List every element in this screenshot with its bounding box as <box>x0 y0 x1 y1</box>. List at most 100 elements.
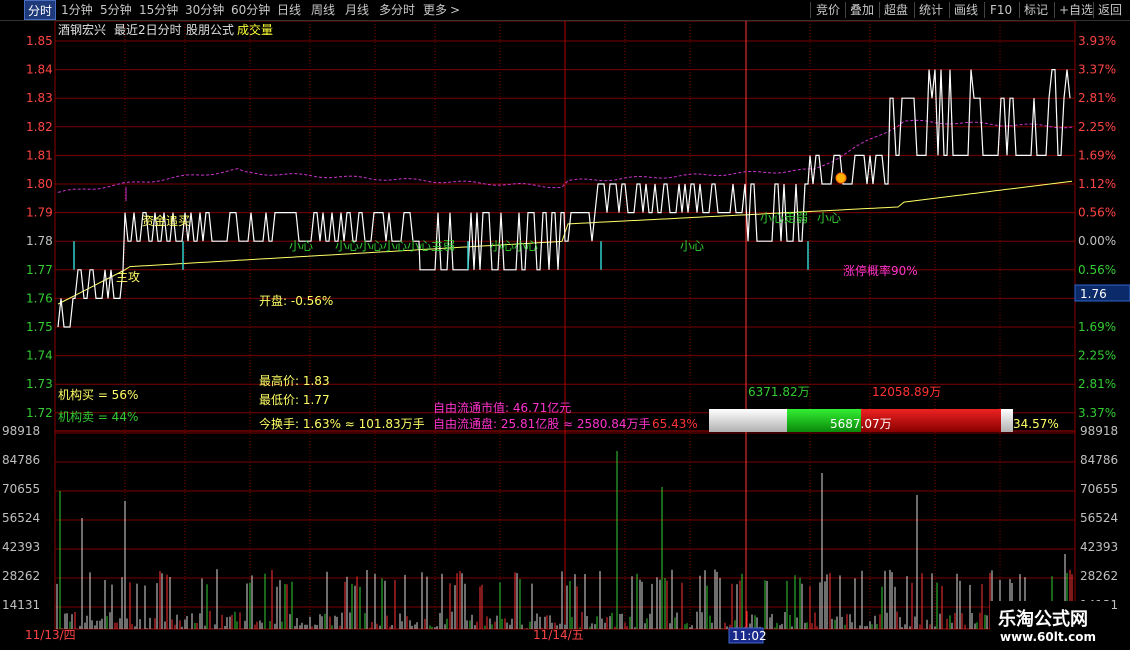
tab-15min[interactable]: 15分钟 <box>136 0 181 20</box>
tab-60min[interactable]: 60分钟 <box>228 0 273 20</box>
toolbar-divider <box>1093 2 1094 18</box>
percent-tick-label: 3.37% <box>1078 406 1116 420</box>
signal-dot[interactable] <box>835 172 847 184</box>
toolbar-divider <box>845 2 846 18</box>
volume-tick-label: 56524 <box>2 511 40 525</box>
volume-tick-label: 56524 <box>1080 511 1118 525</box>
percent-tick-label: 0.56% <box>1078 206 1116 220</box>
caution-signal: 小心 <box>817 211 841 225</box>
intraday-chart[interactable]: 1.85 1.84 1.83 1.82 1.81 1.80 1.79 1.78 1.77 1.76… <box>0 21 1130 650</box>
price-tick-label: 1.84 <box>26 63 53 77</box>
tab-monthly[interactable]: 月线 <box>342 0 372 20</box>
volume-tick-label: 70655 <box>1080 482 1118 496</box>
period-label: 最近2日分时 <box>114 23 182 37</box>
toolbar-divider <box>879 2 880 18</box>
green-amount-label: 6371.82万 <box>748 385 810 399</box>
price-tick-label: 1.76 <box>26 291 53 305</box>
percent-tick-label: 1.12% <box>1078 177 1116 191</box>
gauge-percent-label: 34.57% <box>1013 417 1059 431</box>
date-label-day1: 11/13/四 <box>25 628 76 642</box>
percent-tick-label: 0.56% <box>1078 263 1116 277</box>
institution-sell-label: 机构卖 = 44% <box>58 409 138 424</box>
float-shares-label: 自由流通盘: 25.81亿股 ≈ 2580.84万手 <box>433 416 651 431</box>
watermark-title: 乐淘公式网 <box>998 608 1088 630</box>
percent-tick-label: 2.25% <box>1078 349 1116 363</box>
price-tick-label: 1.72 <box>26 406 53 420</box>
period-toolbar: 分时 1分钟 5分钟 15分钟 30分钟 60分钟 日线 周线 月线 多分时 更… <box>0 0 1130 21</box>
more-label: 更多 <box>423 3 448 17</box>
back-button[interactable]: 返回 <box>1095 0 1125 20</box>
capital-chase-signal: 资金追买 <box>142 213 190 228</box>
caution-signal: 小心 <box>680 239 704 253</box>
tab-multi-intraday[interactable]: 多分时 <box>376 0 418 20</box>
tab-daily[interactable]: 日线 <box>274 0 304 20</box>
high-price-label: 最高价: 1.83 <box>259 373 330 388</box>
f10-button[interactable]: F10 <box>987 0 1015 20</box>
percent-tick-label: 3.37% <box>1078 63 1116 77</box>
price-tick-label: 1.74 <box>26 349 53 363</box>
caution-signal: 小心 <box>289 239 313 253</box>
price-tick-label: 1.77 <box>26 263 53 277</box>
open-change-label: 开盘: -0.56% <box>259 293 333 308</box>
draw-line-button[interactable]: 画线 <box>951 0 981 20</box>
caution-signal: 小心小心小心小心主弱 <box>335 239 455 253</box>
auction-button[interactable]: 竞价 <box>813 0 843 20</box>
statistics-button[interactable]: 统计 <box>916 0 946 20</box>
price-tick-label: 1.75 <box>26 320 53 334</box>
volume-tick-label: 28262 <box>1080 569 1118 583</box>
caution-signal: 小心小心 <box>490 239 538 253</box>
toolbar-divider <box>1054 2 1055 18</box>
percent-tick-label: 3.93% <box>1078 34 1116 48</box>
volume-tick-label: 70655 <box>2 482 40 496</box>
mark-button[interactable]: 标记 <box>1021 0 1051 20</box>
add-watchlist-button[interactable]: +自选 <box>1056 0 1096 20</box>
volume-axis: 98918 98918 84786 84786 70655 70655 56524 56524… <box>2 424 1118 612</box>
main-attack-signal: 主攻 <box>116 270 140 284</box>
percent-tick-label: 0.00% <box>1078 234 1116 248</box>
tab-1min[interactable]: 1分钟 <box>58 0 96 20</box>
volume-tick-label: 28262 <box>2 569 40 583</box>
limit-up-probability: 涨停概率90% <box>843 263 918 278</box>
formula-label: 股朋公式 <box>186 23 234 37</box>
volume-tick-label: 42393 <box>1080 540 1118 554</box>
volume-tick-label: 14131 <box>2 598 40 612</box>
volume-tick-label: 98918 <box>1080 424 1118 438</box>
tab-more[interactable]: 更多 > <box>420 0 463 20</box>
price-line <box>57 68 1071 328</box>
volume-tick-label: 42393 <box>2 540 40 554</box>
volume-tick-label: 84786 <box>2 453 40 467</box>
price-tick-label: 1.80 <box>26 177 53 191</box>
tab-weekly[interactable]: 周线 <box>308 0 338 20</box>
price-tick-label: 1.82 <box>26 120 53 134</box>
volume-tick-label: 84786 <box>1080 453 1118 467</box>
price-tick-label: 1.73 <box>26 377 53 391</box>
current-price-label: 1.76 <box>1080 287 1107 301</box>
percent-tick-label: 2.25% <box>1078 120 1116 134</box>
toolbar-divider <box>810 2 811 18</box>
institution-buy-label: 机构买 = 56% <box>58 387 138 402</box>
chevron-right-icon: > <box>450 3 461 17</box>
super-disk-button[interactable]: 超盘 <box>881 0 911 20</box>
price-tick-label: 1.85 <box>26 34 53 48</box>
watermark-url: www.60lt.com <box>1000 630 1096 644</box>
percent-tick-label: 1.69% <box>1078 320 1116 334</box>
percent-tick-label: 2.81% <box>1078 91 1116 105</box>
toolbar-divider <box>914 2 915 18</box>
volume-label: 成交量 <box>237 22 273 37</box>
overlay-button[interactable]: 叠加 <box>847 0 877 20</box>
caution-weak-signal: 小心走弱 <box>760 211 808 225</box>
gauge-center-label: 5687.07万 <box>830 417 892 431</box>
percent-tick-label: 1.69% <box>1078 148 1116 162</box>
red-amount-label: 12058.89万 <box>872 385 941 399</box>
tab-30min[interactable]: 30分钟 <box>182 0 227 20</box>
volume-tick-label: 98918 <box>2 424 40 438</box>
time-cursor-label: 11:02 <box>732 629 767 643</box>
price-axis: 1.85 1.84 1.83 1.82 1.81 1.80 1.79 1.78 1.77 1.76… <box>26 34 53 420</box>
date-label-day2: 11/14/五 <box>533 628 584 642</box>
gauge-white-end <box>1001 409 1013 432</box>
price-tick-label: 1.78 <box>26 234 53 248</box>
tab-intraday[interactable]: 分时 <box>24 0 57 20</box>
float-market-cap-label: 自由流通市值: 46.71亿元 <box>433 400 571 415</box>
tab-5min[interactable]: 5分钟 <box>97 0 135 20</box>
toolbar-divider <box>949 2 950 18</box>
